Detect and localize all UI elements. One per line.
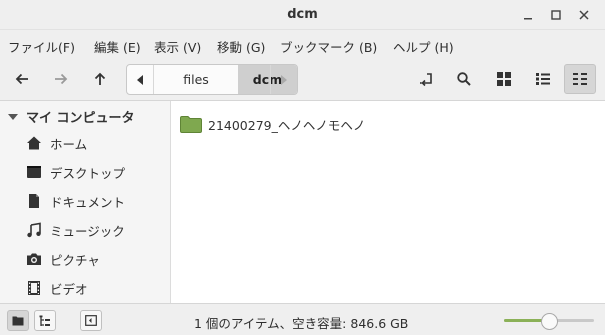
menu-edit[interactable]: 編集 (E) [94,37,141,56]
sidebar-item-home[interactable]: ホーム [26,131,87,155]
sidebar-item-pictures[interactable]: ピクチャ [26,247,100,271]
sidebar-item-desktop[interactable]: デスクトップ [26,160,125,184]
minimize-button[interactable] [517,4,539,26]
back-button[interactable] [6,64,38,94]
up-button[interactable] [84,64,116,94]
document-icon [26,193,42,209]
home-icon [26,135,42,151]
toggle-location-button[interactable] [410,64,442,94]
grid-icon [497,72,511,86]
path-bar: files dcm [126,64,298,95]
sidebar-section-label: マイ コンピュータ [26,111,135,126]
close-icon [579,10,589,20]
file-view[interactable]: 21400279_ヘノヘノモヘノ [172,101,605,303]
menu-view[interactable]: 表示 (V) [154,37,201,56]
expander-icon [8,113,18,120]
maximize-icon [551,10,561,20]
sidebar-item-documents[interactable]: ドキュメント [26,189,125,213]
icon-view-button[interactable] [488,64,520,94]
path-scroll-right-button[interactable] [270,65,297,94]
location-entry-icon [420,73,432,87]
maximize-button[interactable] [545,4,567,26]
show-treeview-button[interactable] [34,310,56,331]
menu-bookmarks[interactable]: ブックマーク (B) [280,37,377,56]
zoom-handle[interactable] [540,313,558,330]
toolbar: files dcm [0,58,605,101]
sidebar-item-videos[interactable]: ビデオ [26,276,88,300]
file-name: 21400279_ヘノヘノモヘノ [208,118,366,133]
search-button[interactable] [448,64,480,94]
window-title: dcm [287,7,318,22]
title-bar: dcm [0,0,605,30]
compact-view-button[interactable] [564,64,596,94]
sidebar-item-label: ミュージック [50,223,125,239]
sidebar-item-label: デスクトップ [50,165,126,181]
sidebar: マイ コンピュータ ホーム デスクトップ ドキュメント ミュージック ピクチャ … [0,101,171,303]
menu-go[interactable]: 移動 (G) [217,37,265,56]
menu-help[interactable]: ヘルプ (H) [393,37,454,56]
sidebar-item-music[interactable]: ミュージック [26,218,125,242]
search-icon [457,72,471,86]
sidebar-item-label: ピクチャ [50,252,100,268]
arrow-right-icon [55,73,68,85]
folder-places-icon [12,316,24,326]
camera-icon [26,251,42,267]
status-text: 1 個のアイテム、空き容量: 846.6 GB [194,316,409,331]
sidebar-toggle-icon [85,315,97,326]
zoom-slider[interactable] [504,313,594,330]
close-button[interactable] [573,4,595,26]
film-icon [26,280,42,296]
breadcrumb-files[interactable]: files [154,65,238,94]
music-icon [26,222,42,238]
sidebar-item-label: ドキュメント [50,194,126,210]
folder-icon [180,116,202,133]
desktop-icon [26,164,42,180]
arrow-left-icon [15,73,28,85]
minimize-icon [524,18,532,20]
arrow-up-icon [94,72,106,85]
show-places-button[interactable] [7,310,29,331]
tree-view-icon [39,315,50,326]
sidebar-item-label: ビデオ [50,281,88,297]
toggle-sidebar-button[interactable] [80,310,102,331]
compact-view-icon [573,73,587,85]
file-item[interactable]: 21400279_ヘノヘノモヘノ [180,115,365,134]
triangle-right-icon [281,74,287,85]
menu-bar: ファイル(F) 編集 (E) 表示 (V) 移動 (G) ブックマーク (B) … [0,30,605,58]
sidebar-section-my-computer[interactable]: マイ コンピュータ [8,107,135,126]
list-icon [536,73,550,85]
sidebar-item-label: ホーム [50,136,88,152]
menu-file[interactable]: ファイル(F) [8,37,75,56]
triangle-left-icon [137,74,143,85]
path-scroll-left-button[interactable] [127,65,154,94]
status-bar: 1 個のアイテム、空き容量: 846.6 GB [0,303,605,335]
forward-button[interactable] [45,64,77,94]
list-view-button[interactable] [527,64,559,94]
